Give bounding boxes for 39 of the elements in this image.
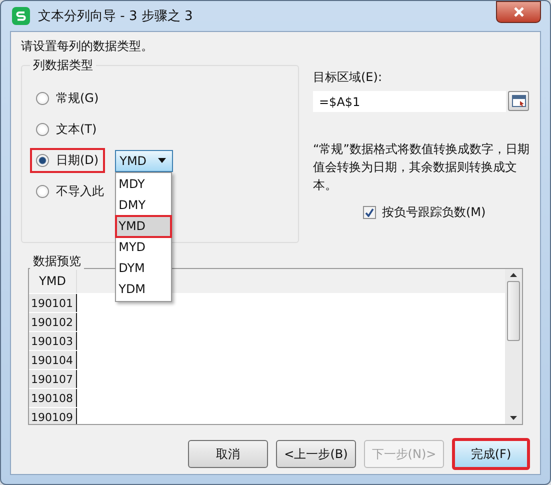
menu-item[interactable]: YDM [116, 278, 171, 300]
date-format-dropdown[interactable]: YMD [114, 150, 173, 172]
group-title: 列数据类型 [30, 57, 96, 74]
table-cell: 190109 [29, 408, 77, 424]
radio-option[interactable]: 文本(T) [30, 117, 103, 142]
group-title: 数据预览 [30, 253, 84, 270]
radio-option[interactable]: 日期(D) [30, 148, 105, 173]
table-cell: 190102 [29, 313, 77, 331]
scroll-up-icon [510, 273, 517, 277]
close-button[interactable] [496, 1, 541, 23]
app-logo-icon [12, 7, 30, 25]
radio-option[interactable]: 常规(G) [30, 86, 105, 111]
destination-field[interactable]: =$A$1 [313, 91, 506, 112]
menu-item[interactable]: MYD [116, 236, 171, 258]
table-cell: 190107 [29, 370, 77, 388]
table-cell: 190101 [29, 294, 77, 312]
menu-item[interactable]: DYM [116, 258, 171, 278]
close-icon [512, 7, 526, 17]
wizard-button[interactable]: 取消 [188, 440, 268, 468]
scroll-down-icon [510, 416, 517, 420]
wizard-button[interactable]: <上一步(B) [276, 440, 356, 468]
menu-item[interactable]: YMD [116, 216, 171, 236]
instruction-text: 请设置每列的数据类型。 [21, 38, 154, 55]
scrollbar[interactable] [505, 269, 522, 424]
description-text: “常规”数据格式将数值转换成数字，日期值会转换为日期，其余数据则转换成文本。 [313, 141, 530, 194]
destination-label: 目标区域(E): [313, 69, 383, 86]
table-cell: 190103 [29, 332, 77, 350]
caret-icon [158, 158, 166, 163]
wizard-button[interactable]: 完成(F) [452, 438, 530, 470]
range-picker-button[interactable] [508, 91, 529, 111]
menu-item[interactable]: DMY [116, 194, 171, 216]
negative-checkbox[interactable]: 按负号跟踪负数(M) [363, 204, 530, 221]
menu-item[interactable]: MDY [116, 174, 171, 194]
table-cell: 190104 [29, 351, 77, 369]
checkmark-icon [365, 208, 374, 217]
column-header[interactable]: YMD [29, 269, 77, 293]
table-cell: 190108 [29, 389, 77, 407]
window-title: 文本分列向导 - 3 步骤之 3 [38, 8, 193, 25]
radio-option[interactable]: 不导入此 [30, 179, 110, 204]
